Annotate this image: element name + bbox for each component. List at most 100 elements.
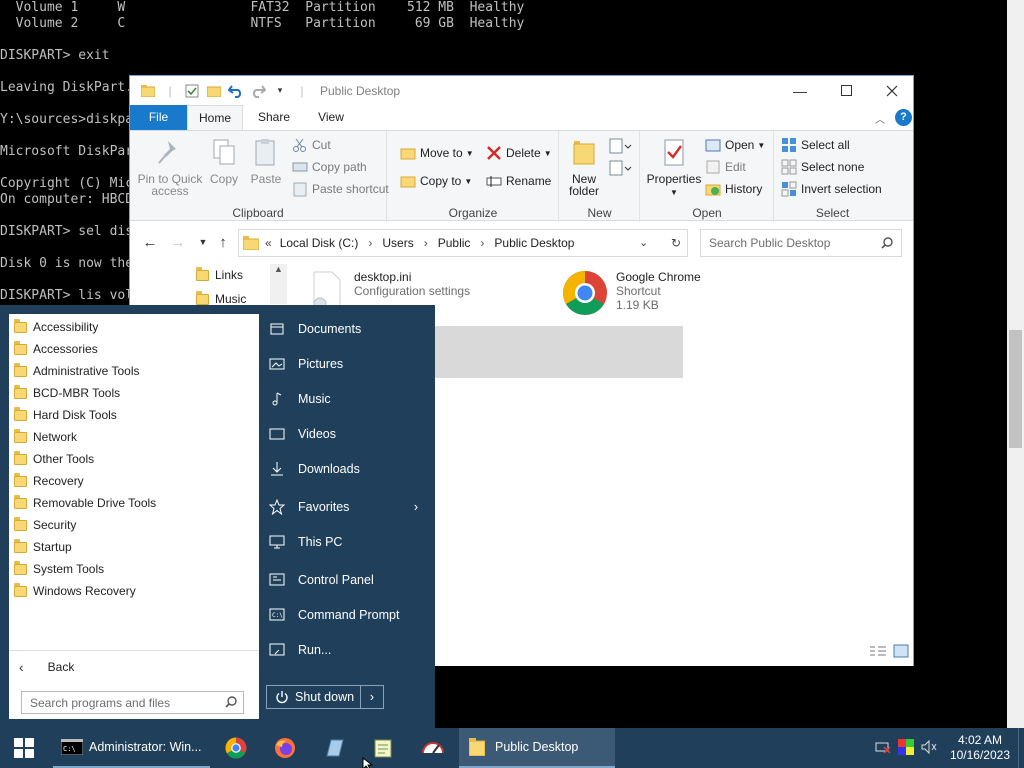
shutdown-main[interactable]: Shut down [267,686,361,708]
program-folder-item[interactable]: System Tools [14,558,104,580]
copy-path-button[interactable]: Copy path [292,157,367,177]
details-view-icon[interactable] [869,644,887,661]
back-button[interactable]: ‹ Back [19,657,74,677]
show-desktop-button[interactable] [1018,728,1024,768]
program-folder-item[interactable]: Accessories [14,338,98,360]
start-link-videos[interactable]: Videos [266,419,426,449]
select-all-button[interactable]: Select all [781,135,850,155]
redo-icon[interactable] [248,81,268,101]
taskbar-item-cmd[interactable]: C:\ Administrator: Win... [53,728,210,768]
paste-shortcut-button[interactable]: Paste shortcut [292,179,389,199]
shutdown-options-icon[interactable]: › [361,690,383,704]
program-folder-item[interactable]: Accessibility [14,316,98,338]
close-button[interactable] [869,76,915,105]
recent-locations-icon[interactable]: ▼ [193,232,213,252]
nav-scrollbar[interactable]: ▲ [270,264,287,304]
cut-button[interactable]: Cut [292,135,331,155]
breadcrumb-item[interactable]: Public [438,236,471,250]
program-folder-item[interactable]: Other Tools [14,448,94,470]
pin-quick-access-button[interactable]: Pin to Quick access [136,137,204,197]
taskbar-firefox[interactable] [271,728,299,768]
large-icons-view-icon[interactable] [893,644,909,661]
start-link-this-pc[interactable]: This PC [266,527,426,557]
new-folder-button[interactable]: New folder [564,137,604,197]
tab-home[interactable]: Home [187,105,243,130]
customize-qat-icon[interactable]: ▾ [270,81,290,101]
nav-item-links[interactable]: Links [196,266,243,282]
breadcrumb-item[interactable]: Public Desktop [494,236,574,250]
videos-icon [266,426,288,442]
undo-icon[interactable] [226,81,246,101]
breadcrumb-item[interactable]: Local Disk (C:) [280,236,359,250]
taskbar-app-gauge[interactable] [418,728,448,768]
minimize-button[interactable]: — [777,76,823,105]
taskbar-item-explorer[interactable]: Public Desktop [459,728,615,768]
history-button[interactable]: History [705,179,762,199]
taskbar-chrome[interactable] [222,728,250,768]
start-link-documents[interactable]: Documents [266,314,426,344]
start-link-command-prompt[interactable]: C:\ Command Prompt [266,600,426,630]
console-scrollbar[interactable] [1007,0,1024,728]
copy-to-button[interactable]: Copy to ▼ [400,171,472,191]
collapse-ribbon-icon[interactable]: ︿ [875,111,885,126]
file-item-google-chrome[interactable]: Google Chrome Shortcut 1.19 KB [562,270,701,316]
tab-file[interactable]: File [130,105,187,130]
taskbar-app-blue[interactable] [320,728,348,768]
program-folder-item[interactable]: Hard Disk Tools [14,404,117,426]
tab-share[interactable]: Share [243,105,305,130]
start-link-run[interactable]: Run... [266,635,426,665]
invert-selection-button[interactable]: Invert selection [781,179,882,199]
refresh-icon[interactable]: ↻ [667,230,685,256]
program-folder-item[interactable]: Network [14,426,77,448]
up-arrow-icon[interactable]: ↑ [213,232,233,252]
breadcrumb-item[interactable]: Users [382,236,413,250]
scroll-up-icon[interactable]: ▲ [274,264,283,274]
properties-qat-icon[interactable] [182,81,202,101]
forward-arrow-icon[interactable]: → [168,232,188,252]
easy-access-icon[interactable] [608,159,632,182]
address-bar[interactable]: « Local Disk (C:) › Users › Public › Public… [238,229,688,257]
address-dropdown-icon[interactable]: ⌄ [639,236,648,249]
new-item-icon[interactable] [608,137,632,160]
new-folder-qat-icon[interactable] [204,81,224,101]
nav-item-music[interactable]: Music [196,290,246,306]
breadcrumb-overflow-icon[interactable]: « [265,236,272,250]
tab-view[interactable]: View [305,105,357,130]
start-link-favorites[interactable]: Favorites › [266,492,426,522]
maximize-button[interactable] [823,76,869,105]
clock[interactable]: 4:02 AM 10/16/2023 [950,733,1010,763]
copy-button[interactable]: Copy [206,137,242,185]
program-folder-item[interactable]: Recovery [14,470,84,492]
edit-button[interactable]: Edit [705,157,746,177]
start-link-music[interactable]: Music [266,384,426,414]
shutdown-button[interactable]: Shut down › [266,685,384,709]
back-arrow-icon[interactable]: ← [140,232,160,252]
start-search-input[interactable]: Search programs and files [21,691,244,714]
paste-button[interactable]: Paste [246,137,286,185]
program-folder-item[interactable]: Removable Drive Tools [14,492,156,514]
open-button[interactable]: Open ▼ [705,135,765,155]
start-link-downloads[interactable]: Downloads [266,454,426,484]
properties-button[interactable]: Properties ▼ [645,137,703,199]
rename-button[interactable]: Rename [486,171,551,191]
explorer-titlebar[interactable]: | ▾ | Public Desktop — [130,76,913,105]
start-link-pictures[interactable]: Pictures [266,349,426,379]
start-button[interactable] [0,728,48,768]
program-folder-item[interactable]: Startup [14,536,72,558]
network-disconnected-icon[interactable] [874,739,892,758]
console-scroll-thumb[interactable] [1009,330,1022,448]
volume-muted-icon[interactable] [920,739,938,758]
start-link-control-panel[interactable]: Control Panel [266,565,426,595]
color-app-icon[interactable] [897,738,914,758]
program-folder-item[interactable]: Windows Recovery [14,580,136,602]
program-folder-item[interactable]: Administrative Tools [14,360,140,382]
program-folder-item[interactable]: Security [14,514,76,536]
folder-icon [14,340,27,355]
start-search-placeholder: Search programs and files [30,695,171,710]
program-folder-item[interactable]: BCD-MBR Tools [14,382,120,404]
select-none-button[interactable]: Select none [781,157,864,177]
delete-button[interactable]: Delete ▼ [486,143,552,163]
search-input[interactable]: Search Public Desktop [700,229,902,257]
help-icon[interactable]: ? [895,109,912,126]
move-to-button[interactable]: Move to ▼ [400,143,474,163]
